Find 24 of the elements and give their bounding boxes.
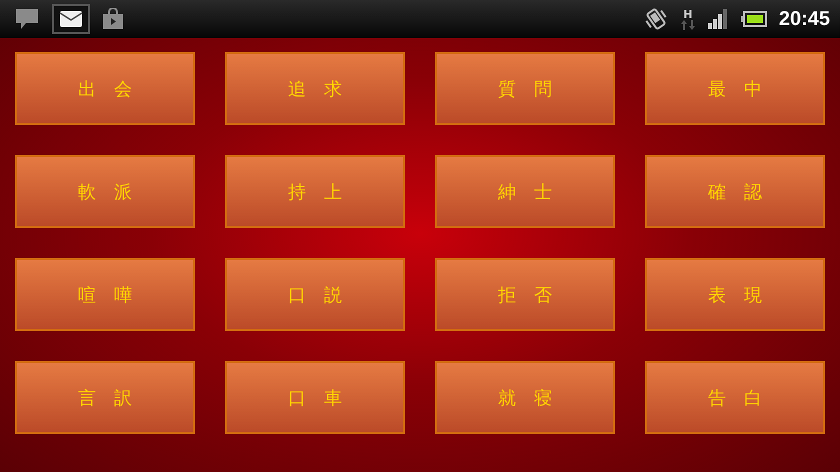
signal-icon [706, 9, 729, 29]
word-button[interactable]: 喧 嘩 [15, 258, 195, 331]
word-button[interactable]: 最 中 [645, 52, 825, 125]
word-button[interactable]: 就 寝 [435, 361, 615, 434]
word-button[interactable]: 紳 士 [435, 155, 615, 228]
word-button[interactable]: 質 問 [435, 52, 615, 125]
word-button[interactable]: 持 上 [225, 155, 405, 228]
shopping-bag-icon[interactable] [102, 8, 124, 30]
vibrate-icon [642, 7, 669, 31]
word-button[interactable]: 拒 否 [435, 258, 615, 331]
word-button[interactable]: 軟 派 [15, 155, 195, 228]
word-button[interactable]: 口 車 [225, 361, 405, 434]
network-type-indicator: H [680, 8, 695, 30]
word-button[interactable]: 追 求 [225, 52, 405, 125]
word-button[interactable]: 言 訳 [15, 361, 195, 434]
word-button[interactable]: 確 認 [645, 155, 825, 228]
word-button[interactable]: 出 会 [15, 52, 195, 125]
clock-time: 20:45 [778, 8, 830, 30]
word-button[interactable]: 口 説 [225, 258, 405, 331]
word-button[interactable]: 告 白 [645, 361, 825, 434]
battery-icon [740, 11, 767, 27]
word-button[interactable]: 表 現 [645, 258, 825, 331]
chat-bubble-icon[interactable] [14, 7, 40, 31]
envelope-icon[interactable] [52, 4, 90, 34]
